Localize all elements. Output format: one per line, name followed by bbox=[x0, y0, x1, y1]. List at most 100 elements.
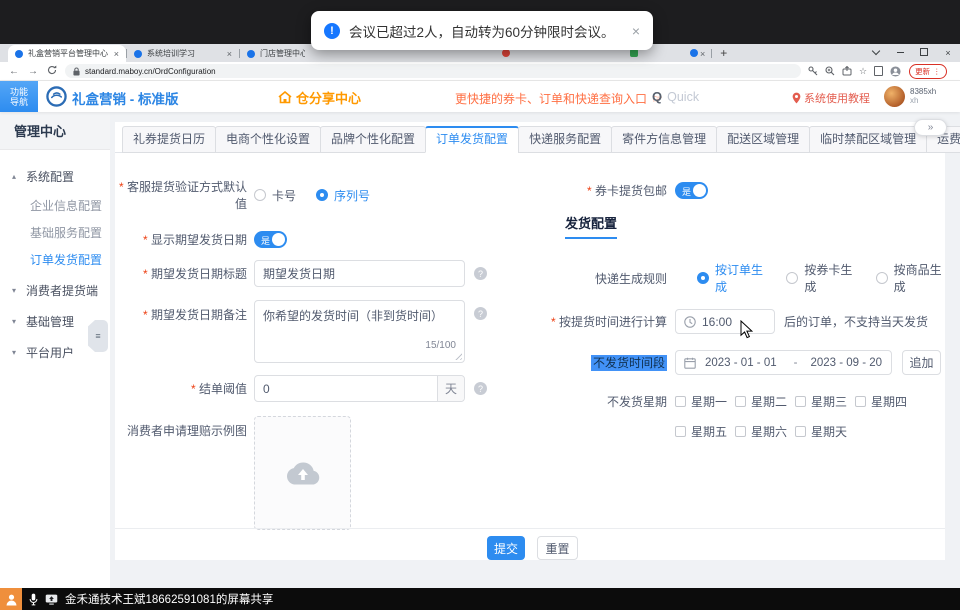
show-expect-date-label: 显示期望发货日期 bbox=[115, 231, 254, 248]
pickup-time-input[interactable]: 16:00 bbox=[675, 309, 775, 334]
browser-update-button[interactable]: 更新 ⋮ bbox=[909, 64, 947, 79]
browser-profile-icon[interactable] bbox=[890, 66, 901, 77]
checkbox-icon[interactable] bbox=[735, 396, 746, 407]
tab-delivery-area[interactable]: 配送区域管理 bbox=[716, 126, 810, 153]
tab-close-icon[interactable]: × bbox=[227, 49, 232, 59]
sidebar-item-order-shipping[interactable]: 订单发货配置 bbox=[0, 251, 110, 268]
tutorial-link[interactable]: 系统使用教程 bbox=[792, 90, 870, 106]
url-text: standard.maboy.cn/OrdConfiguration bbox=[85, 67, 216, 76]
browser-tab-gift-admin[interactable]: 礼盒营销平台管理中心 × bbox=[8, 45, 126, 62]
back-icon[interactable]: ← bbox=[9, 66, 19, 77]
hidden-tab-favicon-icon[interactable] bbox=[502, 49, 510, 57]
tab-sender-info[interactable]: 寄件方信息管理 bbox=[611, 126, 717, 153]
checkbox-friday[interactable]: 星期五 bbox=[675, 423, 735, 440]
user-avatar[interactable] bbox=[884, 86, 905, 107]
new-tab-button[interactable]: + bbox=[720, 46, 727, 60]
checkbox-icon[interactable] bbox=[675, 426, 686, 437]
address-bar[interactable]: standard.maboy.cn/OrdConfiguration bbox=[65, 64, 801, 78]
tab-express-service[interactable]: 快递服务配置 bbox=[518, 126, 612, 153]
brand-logo-icon bbox=[46, 86, 67, 112]
quick-entry-text: 更快捷的券卡、订单和快递查询入口 bbox=[455, 90, 647, 107]
tab-close-icon[interactable]: × bbox=[700, 49, 705, 59]
free-shipping-toggle[interactable]: 是 bbox=[675, 182, 708, 199]
share-center-link[interactable]: 仓分享中心 bbox=[278, 88, 361, 107]
checkbox-icon[interactable] bbox=[675, 396, 686, 407]
checkbox-sunday[interactable]: 星期天 bbox=[795, 423, 855, 440]
expect-date-title-input[interactable]: 期望发货日期 bbox=[254, 260, 465, 287]
radio-card-number[interactable]: 卡号 bbox=[254, 187, 296, 204]
window-close-icon[interactable]: × bbox=[936, 48, 960, 58]
minimize-icon[interactable] bbox=[888, 48, 912, 58]
hidden-tab-favicon-icon[interactable] bbox=[630, 49, 638, 57]
sidebar-item-enterprise-info[interactable]: 企业信息配置 bbox=[0, 197, 110, 214]
radio-icon[interactable] bbox=[697, 272, 709, 284]
sidebar-group-consumer[interactable]: ▾ 消费者提货端 bbox=[0, 282, 110, 299]
tab-ecommerce-custom[interactable]: 电商个性化设置 bbox=[215, 126, 321, 153]
screen-share-icon[interactable] bbox=[45, 594, 58, 605]
tab-brand-custom[interactable]: 品牌个性化配置 bbox=[320, 126, 426, 153]
upload-dropzone[interactable] bbox=[254, 416, 351, 530]
sidebar-collapse-handle[interactable]: ≡ bbox=[88, 320, 108, 352]
refresh-icon[interactable] bbox=[47, 65, 57, 78]
screen-share-bar: 金禾通技术王斌18662591081的屏幕共享 bbox=[0, 588, 960, 610]
person-icon bbox=[5, 593, 18, 606]
microphone-icon[interactable] bbox=[29, 593, 38, 606]
checkbox-icon[interactable] bbox=[735, 426, 746, 437]
range-separator: - bbox=[794, 357, 798, 369]
radio-by-coupon[interactable]: 按券卡生成 bbox=[786, 261, 855, 295]
help-question-icon[interactable]: ? bbox=[474, 307, 487, 320]
maximize-icon[interactable] bbox=[912, 48, 936, 58]
radio-icon[interactable] bbox=[254, 189, 266, 201]
tab-order-shipping[interactable]: 订单发货配置 bbox=[425, 126, 519, 153]
radio-icon[interactable] bbox=[876, 272, 888, 284]
browser-tab-training[interactable]: 系统培训学习 × bbox=[127, 45, 239, 62]
tab-coupon-calendar[interactable]: 礼券提货日历 bbox=[122, 126, 216, 153]
config-card: 礼券提货日历 电商个性化设置 品牌个性化配置 订单发货配置 快递服务配置 寄件方… bbox=[115, 122, 945, 560]
reading-mode-icon[interactable] bbox=[874, 66, 883, 76]
tab-temp-banned-area[interactable]: 临时禁配区域管理 bbox=[809, 126, 927, 153]
checkbox-icon[interactable] bbox=[795, 396, 806, 407]
app-title: 礼盒营销 - 标准版 bbox=[72, 88, 179, 108]
hidden-tab-favicon-icon[interactable] bbox=[690, 49, 698, 57]
checkbox-thursday[interactable]: 星期四 bbox=[855, 393, 915, 410]
sidebar-item-basic-service[interactable]: 基础服务配置 bbox=[0, 224, 110, 241]
submit-button[interactable]: 提交 bbox=[487, 536, 525, 560]
key-icon[interactable] bbox=[808, 66, 818, 76]
radio-by-product[interactable]: 按商品生成 bbox=[876, 261, 945, 295]
quick-search[interactable]: Q Quick bbox=[652, 89, 699, 104]
expect-date-note-textarea[interactable]: 你希望的发货时间（非到货时间） 15/100 bbox=[254, 300, 465, 363]
browser-tab-store[interactable]: 门店管理中心 bbox=[240, 45, 312, 62]
profile-chevron-icon[interactable] bbox=[864, 48, 888, 58]
close-threshold-input[interactable]: 0 天 bbox=[254, 375, 465, 402]
help-question-icon[interactable]: ? bbox=[474, 382, 487, 395]
checkbox-icon[interactable] bbox=[855, 396, 866, 407]
radio-icon[interactable] bbox=[786, 272, 798, 284]
tab-close-icon[interactable]: × bbox=[114, 49, 119, 59]
show-expect-date-toggle[interactable]: 是 bbox=[254, 231, 287, 248]
append-button[interactable]: 追加 bbox=[902, 350, 941, 375]
zoom-icon[interactable] bbox=[825, 66, 835, 76]
date-range-input[interactable]: 2023 - 01 - 01 - 2023 - 09 - 20 bbox=[675, 350, 892, 375]
caret-up-icon: ▴ bbox=[12, 172, 20, 181]
toast-close-icon[interactable]: × bbox=[632, 23, 640, 39]
radio-icon[interactable] bbox=[316, 189, 328, 201]
sidebar-group-system-config[interactable]: ▴ 系统配置 bbox=[0, 168, 110, 185]
quick-entry-tip: 更快捷的券卡、订单和快递查询入口 ☞ bbox=[455, 90, 663, 107]
function-nav-button[interactable]: 功能 导航 bbox=[0, 81, 38, 112]
radio-label: 按券卡生成 bbox=[804, 261, 855, 295]
reset-button[interactable]: 重置 bbox=[537, 536, 578, 560]
checkbox-tuesday[interactable]: 星期二 bbox=[735, 393, 795, 410]
radio-by-order[interactable]: 按订单生成 bbox=[697, 261, 766, 295]
checkbox-saturday[interactable]: 星期六 bbox=[735, 423, 795, 440]
forward-icon[interactable]: → bbox=[28, 66, 38, 77]
help-question-icon[interactable]: ? bbox=[474, 267, 487, 280]
express-rule-label: 快递生成规则 bbox=[545, 270, 675, 287]
checkbox-monday[interactable]: 星期一 bbox=[675, 393, 735, 410]
bookmark-star-icon[interactable]: ☆ bbox=[859, 66, 867, 77]
checkbox-wednesday[interactable]: 星期三 bbox=[795, 393, 855, 410]
checkbox-icon[interactable] bbox=[795, 426, 806, 437]
radio-serial-number[interactable]: 序列号 bbox=[316, 187, 370, 204]
resize-grip-icon[interactable] bbox=[453, 351, 462, 360]
share-icon[interactable] bbox=[842, 66, 852, 76]
more-tabs-button[interactable]: » bbox=[914, 119, 947, 136]
